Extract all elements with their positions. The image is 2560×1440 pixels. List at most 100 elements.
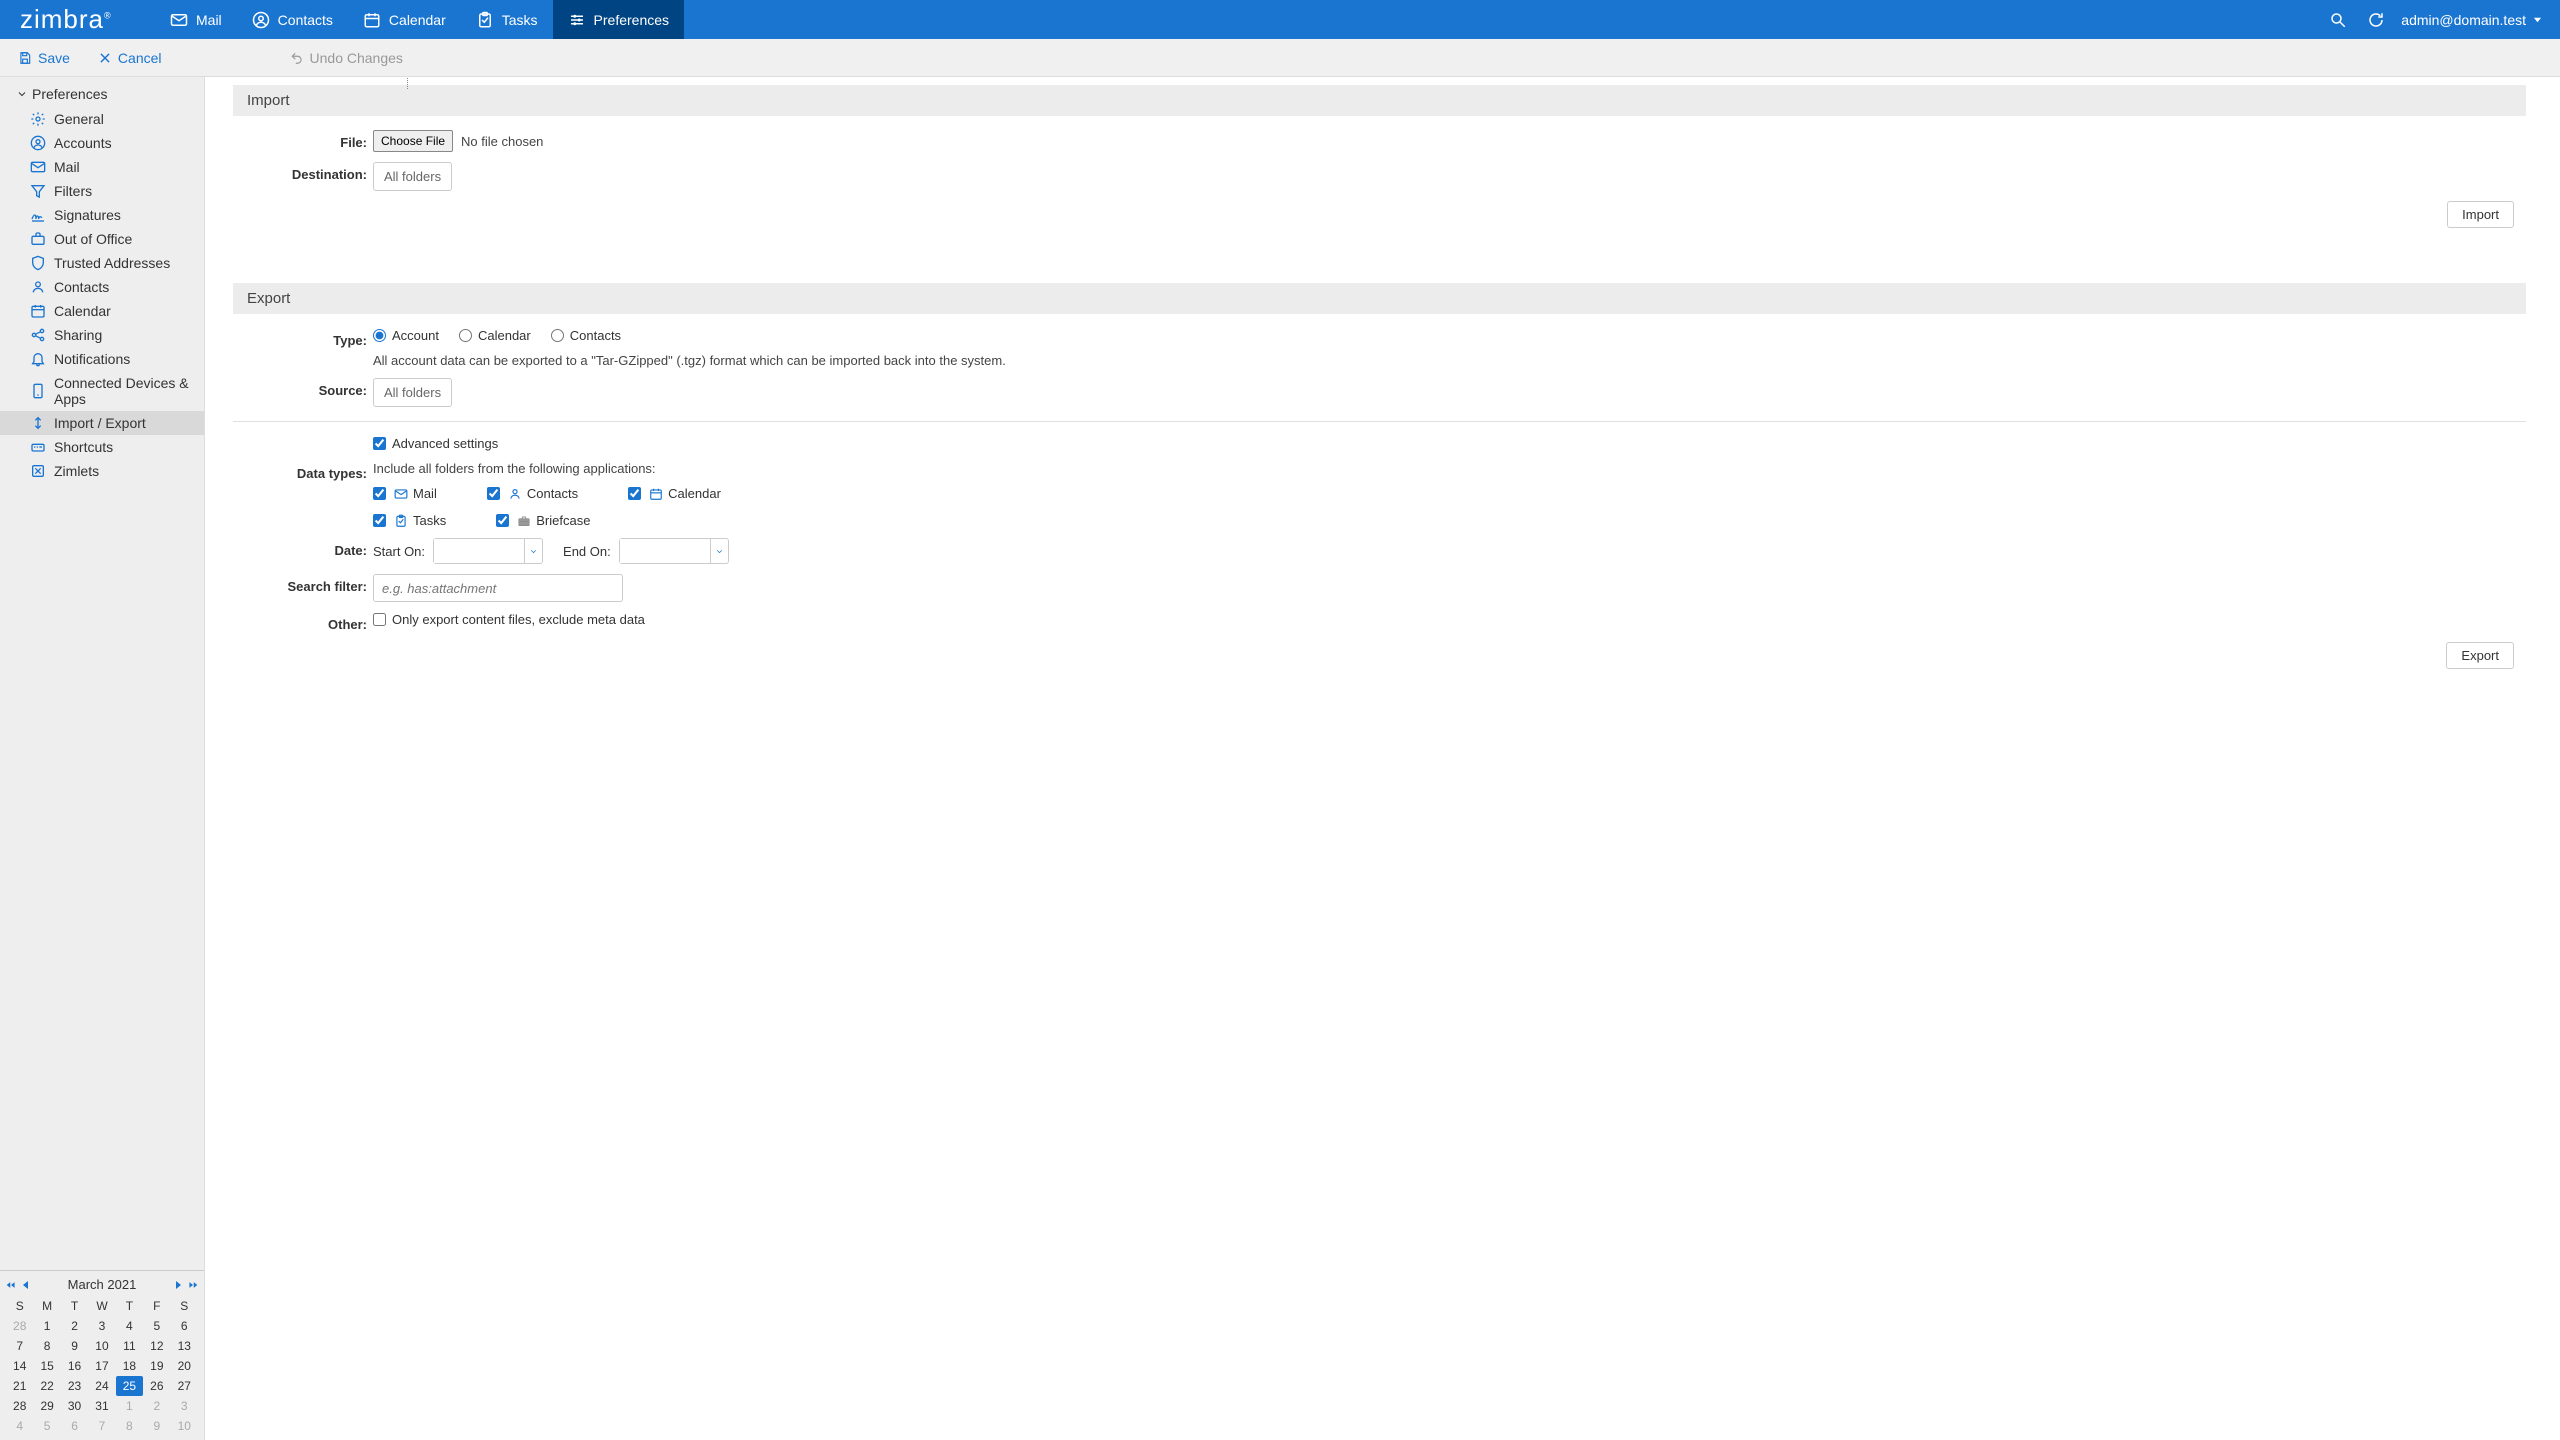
minical-day[interactable]: 26 [143, 1376, 170, 1396]
minical-day[interactable]: 4 [116, 1316, 143, 1336]
prev-month-icon[interactable] [21, 1280, 31, 1290]
minical-day[interactable]: 6 [61, 1416, 88, 1436]
minical-day[interactable]: 10 [88, 1336, 115, 1356]
minical-day[interactable]: 15 [33, 1356, 60, 1376]
minical-day[interactable]: 9 [143, 1416, 170, 1436]
type-calendar-radio[interactable]: Calendar [459, 328, 531, 343]
minical-day[interactable]: 25 [116, 1376, 143, 1396]
minical-day[interactable]: 27 [171, 1376, 198, 1396]
minical-day[interactable]: 8 [116, 1416, 143, 1436]
minical-title[interactable]: March 2021 [68, 1277, 137, 1292]
minical-day[interactable]: 30 [61, 1396, 88, 1416]
minical-day[interactable]: 3 [171, 1396, 198, 1416]
datatype-briefcase-checkbox[interactable]: Briefcase [496, 513, 590, 528]
destination-select[interactable]: All folders [373, 162, 452, 191]
sidebar-item-import-export[interactable]: Import / Export [0, 411, 204, 435]
minical-day[interactable]: 8 [33, 1336, 60, 1356]
sidebar-item-out-of-office[interactable]: Out of Office [0, 227, 204, 251]
minical-day[interactable]: 22 [33, 1376, 60, 1396]
minical-day[interactable]: 31 [88, 1396, 115, 1416]
sidebar-item-label: Connected Devices & Apps [54, 375, 204, 407]
minical-day[interactable]: 17 [88, 1356, 115, 1376]
search-icon[interactable] [2329, 11, 2347, 29]
export-section-header: Export [233, 283, 2526, 314]
datatype-mail-checkbox[interactable]: Mail [373, 486, 437, 501]
preferences-icon [568, 11, 586, 29]
start-date-input[interactable] [433, 538, 543, 564]
minical-day[interactable]: 23 [61, 1376, 88, 1396]
minical-day[interactable]: 5 [143, 1316, 170, 1336]
sidebar-item-trusted-addresses[interactable]: Trusted Addresses [0, 251, 204, 275]
undo-changes-button[interactable]: Undo Changes [290, 50, 403, 66]
minical-day[interactable]: 12 [143, 1336, 170, 1356]
minical-day[interactable]: 2 [143, 1396, 170, 1416]
minical-day[interactable]: 24 [88, 1376, 115, 1396]
datatype-tasks-checkbox[interactable]: Tasks [373, 513, 446, 528]
minical-day[interactable]: 13 [171, 1336, 198, 1356]
logo[interactable]: zimbra® [0, 0, 155, 39]
sidebar-item-label: Contacts [54, 279, 109, 295]
tab-mail[interactable]: Mail [155, 0, 237, 39]
sidebar-item-accounts[interactable]: Accounts [0, 131, 204, 155]
sidebar-item-signatures[interactable]: Signatures [0, 203, 204, 227]
tab-calendar[interactable]: Calendar [348, 0, 461, 39]
refresh-icon[interactable] [2367, 11, 2385, 29]
tab-tasks[interactable]: Tasks [461, 0, 553, 39]
end-date-dropdown[interactable] [710, 539, 728, 563]
tab-contacts[interactable]: Contacts [237, 0, 348, 39]
minical-day[interactable]: 5 [33, 1416, 60, 1436]
source-select[interactable]: All folders [373, 378, 452, 407]
minical-day[interactable]: 14 [6, 1356, 33, 1376]
type-contacts-radio[interactable]: Contacts [551, 328, 621, 343]
import-button[interactable]: Import [2447, 201, 2514, 228]
minical-day[interactable]: 18 [116, 1356, 143, 1376]
sidebar-item-filters[interactable]: Filters [0, 179, 204, 203]
start-date-dropdown[interactable] [524, 539, 542, 563]
splitter-handle[interactable] [404, 77, 410, 89]
sidebar-item-zimlets[interactable]: Zimlets [0, 459, 204, 483]
exclude-metadata-checkbox[interactable]: Only export content files, exclude meta … [373, 612, 645, 627]
advanced-settings-checkbox[interactable]: Advanced settings [373, 436, 498, 451]
minical-day[interactable]: 29 [33, 1396, 60, 1416]
minical-day[interactable]: 4 [6, 1416, 33, 1436]
sidebar-item-general[interactable]: General [0, 107, 204, 131]
tab-preferences[interactable]: Preferences [553, 0, 684, 39]
next-month-icon[interactable] [173, 1280, 183, 1290]
export-button[interactable]: Export [2446, 642, 2514, 669]
minical-day[interactable]: 6 [171, 1316, 198, 1336]
minical-day[interactable]: 16 [61, 1356, 88, 1376]
minical-day[interactable]: 20 [171, 1356, 198, 1376]
minical-day[interactable]: 3 [88, 1316, 115, 1336]
sidebar-item-contacts[interactable]: Contacts [0, 275, 204, 299]
sidebar-item-connected-devices[interactable]: Connected Devices & Apps [0, 371, 204, 411]
sidebar-item-notifications[interactable]: Notifications [0, 347, 204, 371]
cancel-button[interactable]: Cancel [98, 50, 162, 66]
sidebar-item-shortcuts[interactable]: Shortcuts [0, 435, 204, 459]
minical-day[interactable]: 7 [88, 1416, 115, 1436]
sidebar-item-mail[interactable]: Mail [0, 155, 204, 179]
minical-day[interactable]: 9 [61, 1336, 88, 1356]
type-account-radio[interactable]: Account [373, 328, 439, 343]
minical-day[interactable]: 2 [61, 1316, 88, 1336]
minical-day[interactable]: 28 [6, 1316, 33, 1336]
minical-day[interactable]: 7 [6, 1336, 33, 1356]
sidebar-root-preferences[interactable]: Preferences [0, 81, 204, 107]
prev-year-icon[interactable] [6, 1280, 16, 1290]
minical-day[interactable]: 1 [33, 1316, 60, 1336]
next-year-icon[interactable] [188, 1280, 198, 1290]
save-button[interactable]: Save [18, 50, 70, 66]
search-filter-input[interactable] [373, 574, 623, 602]
sidebar-item-calendar[interactable]: Calendar [0, 299, 204, 323]
minical-day[interactable]: 28 [6, 1396, 33, 1416]
minical-day[interactable]: 21 [6, 1376, 33, 1396]
datatype-contacts-checkbox[interactable]: Contacts [487, 486, 578, 501]
minical-day[interactable]: 11 [116, 1336, 143, 1356]
datatype-calendar-checkbox[interactable]: Calendar [628, 486, 721, 501]
minical-day[interactable]: 1 [116, 1396, 143, 1416]
minical-day[interactable]: 19 [143, 1356, 170, 1376]
user-menu[interactable]: admin@domain.test [2401, 0, 2560, 39]
end-date-input[interactable] [619, 538, 729, 564]
choose-file-button[interactable]: Choose File [373, 130, 453, 152]
sidebar-item-sharing[interactable]: Sharing [0, 323, 204, 347]
minical-day[interactable]: 10 [171, 1416, 198, 1436]
